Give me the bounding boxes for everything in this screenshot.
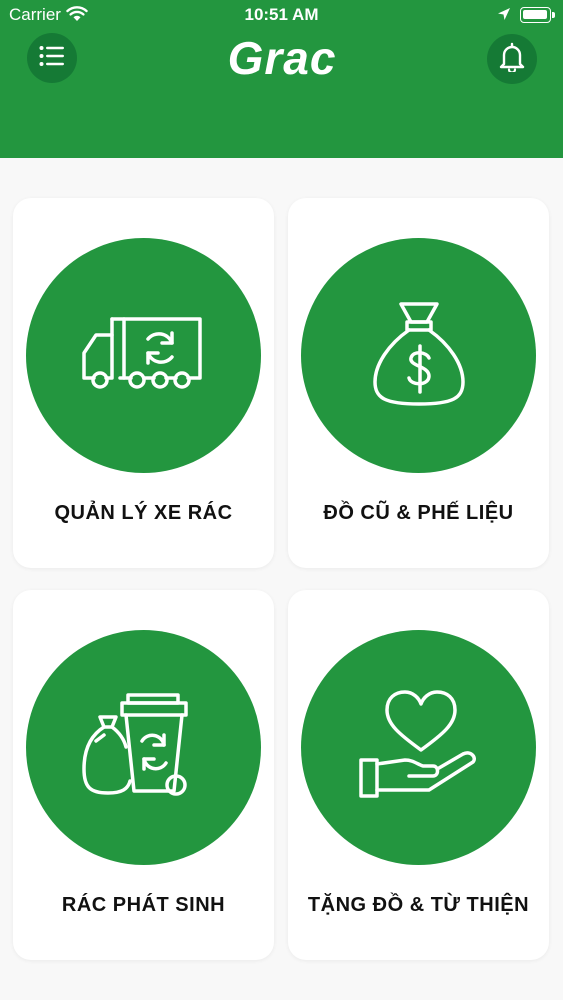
app-header: Carrier 10:51 AM Grac	[0, 0, 563, 158]
logo-text: Grac	[227, 32, 337, 84]
card-scrap-secondhand[interactable]: ĐỒ CŨ & PHẾ LIỆU	[288, 198, 549, 568]
card-label: ĐỒ CŨ & PHẾ LIỆU	[323, 502, 514, 524]
card-icon-circle	[26, 238, 261, 473]
bell-icon	[499, 42, 525, 77]
clock-time: 10:51 AM	[244, 5, 319, 24]
app-logo: Grac	[211, 33, 353, 83]
card-garbage-truck-management[interactable]: QUẢN LÝ XE RÁC	[13, 198, 274, 568]
card-donation-charity[interactable]: TẶNG ĐỒ & TỪ THIỆN	[288, 590, 549, 960]
card-label: QUẢN LÝ XE RÁC	[54, 502, 233, 524]
status-bar: Carrier 10:51 AM	[0, 0, 563, 30]
card-icon-circle	[301, 238, 536, 473]
battery-icon	[520, 7, 555, 23]
list-menu-icon	[39, 45, 65, 72]
card-icon-circle	[301, 630, 536, 865]
card-label: RÁC PHÁT SINH	[61, 894, 226, 916]
notifications-button[interactable]	[487, 34, 537, 84]
menu-button[interactable]	[27, 33, 77, 83]
garbage-truck-icon	[81, 311, 206, 400]
trash-bin-bag-icon	[81, 691, 206, 804]
money-bag-icon	[371, 298, 467, 413]
heart-hand-icon	[358, 690, 479, 805]
location-arrow-icon	[497, 6, 511, 26]
card-label: TẶNG ĐỒ & TỪ THIỆN	[307, 894, 530, 916]
card-icon-circle	[26, 630, 261, 865]
card-waste-generated[interactable]: RÁC PHÁT SINH	[13, 590, 274, 960]
